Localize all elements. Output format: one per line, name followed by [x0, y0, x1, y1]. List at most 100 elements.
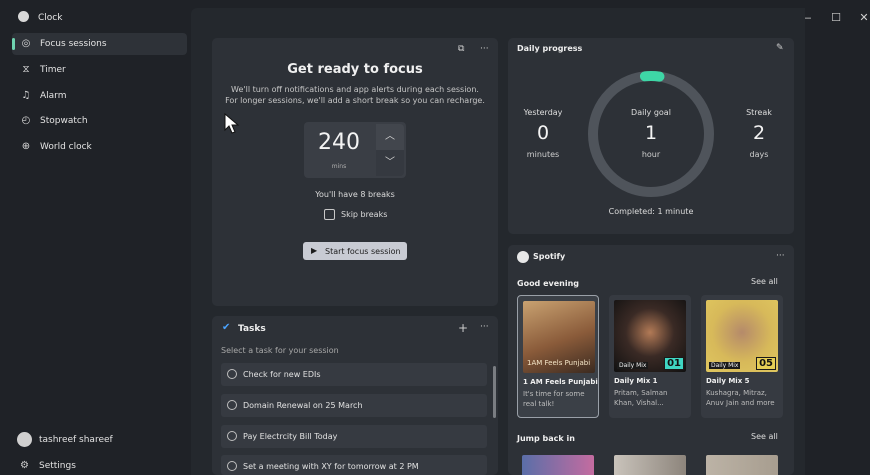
settings-link[interactable]: Settings: [39, 461, 76, 471]
tasks-title: Tasks: [238, 324, 266, 334]
see-all-link[interactable]: See all: [751, 277, 778, 286]
sidebar-item-focus-sessions[interactable]: ◎ Focus sessions: [12, 33, 187, 55]
task-text: Pay Electrcity Bill Today: [243, 432, 338, 441]
hourglass-icon: ⧖: [22, 64, 30, 75]
task-text: Domain Renewal on 25 March: [243, 401, 363, 410]
app-title: Clock: [38, 13, 63, 23]
edit-icon[interactable]: ✎: [776, 43, 784, 53]
more-options-icon[interactable]: ···: [776, 251, 785, 261]
playlist-subtitle: Kushagra, Mitraz, Anuv Jain and more: [706, 389, 775, 407]
mouse-cursor-icon: [224, 113, 240, 134]
more-options-icon[interactable]: ···: [480, 322, 489, 332]
mix-number: 05: [756, 357, 776, 370]
yesterday-label: Yesterday: [523, 108, 563, 117]
tasks-scrollbar[interactable]: [493, 366, 496, 418]
yesterday-unit: minutes: [526, 150, 560, 159]
spotify-title: Spotify: [533, 252, 566, 261]
add-task-button[interactable]: +: [458, 321, 468, 335]
avatar[interactable]: [17, 432, 32, 447]
spotify-logo-icon: [517, 251, 529, 263]
playlist-subtitle: It's time for some real talk!: [523, 390, 585, 408]
focus-icon: ◎: [21, 38, 31, 49]
playlist-cover: 1AM Feels Punjabi: [523, 301, 595, 373]
sidebar-item-timer[interactable]: ⧖ Timer: [12, 59, 187, 81]
focus-description: We'll turn off notifications and app ale…: [225, 85, 485, 105]
task-item[interactable]: Check for new EDIs: [221, 363, 487, 386]
sidebar-item-alarm[interactable]: ♫ Alarm: [12, 85, 187, 107]
minutes-unit: mins: [331, 163, 347, 170]
recent-playlist-thumbnail[interactable]: [522, 455, 594, 475]
sidebar-item-label: Alarm: [40, 91, 67, 101]
playlist-subtitle: Pritam, Salman Khan, Vishal...: [614, 389, 668, 407]
minutes-value[interactable]: 240: [304, 130, 374, 155]
bell-icon: ♫: [21, 90, 31, 101]
chevron-down-icon: ﹀: [385, 157, 395, 168]
streak-unit: days: [749, 150, 769, 159]
daily-goal-label: Daily goal: [631, 108, 671, 117]
minutes-stepper: 240 mins ︿ ﹀: [304, 122, 406, 178]
active-indicator: [12, 38, 15, 50]
sidebar: ◎ Focus sessions ⧖ Timer ♫ Alarm ◴ Stopw…: [0, 30, 190, 475]
skip-breaks-label[interactable]: Skip breaks: [341, 210, 387, 219]
stopwatch-icon: ◴: [21, 115, 31, 126]
daily-progress-title: Daily progress: [517, 44, 583, 53]
yesterday-value: 0: [536, 122, 550, 144]
gear-icon[interactable]: ⚙: [20, 460, 29, 471]
good-evening-heading: Good evening: [517, 279, 579, 288]
recent-playlist-thumbnail[interactable]: [614, 455, 686, 475]
start-focus-session-button[interactable]: ▶ Start focus session: [303, 242, 407, 260]
spotify-card: Spotify ··· Good evening See all 1AM Fee…: [508, 245, 794, 475]
playlist-card[interactable]: Daily Mix 01 Daily Mix 1 Pritam, Salman …: [609, 295, 691, 418]
mix-number: 01: [664, 357, 684, 370]
globe-icon: ⊕: [21, 141, 31, 152]
jump-back-in-heading: Jump back in: [517, 434, 575, 443]
sidebar-item-label: Timer: [40, 65, 66, 75]
sidebar-item-stopwatch[interactable]: ◴ Stopwatch: [12, 110, 187, 132]
breaks-text: You'll have 8 breaks: [315, 190, 395, 199]
task-checkbox[interactable]: [227, 461, 237, 471]
sidebar-item-label: Stopwatch: [40, 116, 88, 126]
play-icon: ▶: [311, 246, 318, 255]
focus-session-card: ⧉ ··· Get ready to focus We'll turn off …: [212, 38, 498, 306]
playlist-cover: Daily Mix 01: [614, 300, 686, 372]
see-all-link[interactable]: See all: [751, 432, 778, 441]
chevron-up-icon: ︿: [385, 131, 395, 142]
daily-mix-tag: Daily Mix: [709, 362, 741, 369]
decrease-minutes-button[interactable]: ﹀: [376, 150, 404, 176]
daily-goal-value[interactable]: 1: [616, 122, 686, 144]
playlist-name: Daily Mix 1: [614, 377, 658, 385]
sidebar-item-world-clock[interactable]: ⊕ World clock: [12, 136, 187, 158]
playlist-card[interactable]: 1AM Feels Punjabi 1 AM Feels Punjabi It'…: [517, 295, 599, 418]
increase-minutes-button[interactable]: ︿: [376, 124, 404, 150]
tasks-card: ✔ Tasks + ··· Select a task for your ses…: [212, 316, 498, 475]
sidebar-item-label: World clock: [40, 142, 92, 152]
daily-goal-unit: hour: [641, 150, 661, 159]
checkmark-icon: ✔: [222, 322, 231, 333]
task-text: Set a meeting with XY for tomorrow at 2 …: [243, 462, 419, 471]
task-item[interactable]: Pay Electrcity Bill Today: [221, 425, 487, 448]
tasks-hint: Select a task for your session: [221, 346, 339, 355]
task-checkbox[interactable]: [227, 369, 237, 379]
playlist-name: Daily Mix 5: [706, 377, 750, 385]
recent-playlist-thumbnail[interactable]: [706, 455, 778, 475]
playlist-cover: Daily Mix 05: [706, 300, 778, 372]
streak-label: Streak: [746, 108, 772, 117]
playlist-card[interactable]: Daily Mix 05 Daily Mix 5 Kushagra, Mitra…: [701, 295, 783, 418]
more-options-icon[interactable]: ···: [480, 44, 489, 54]
task-item[interactable]: Domain Renewal on 25 March: [221, 394, 487, 417]
sidebar-item-label: Focus sessions: [40, 39, 107, 49]
clock-app-icon: [18, 11, 29, 22]
start-button-label: Start focus session: [325, 247, 401, 256]
clock-app-window: Clock — ☐ ✕ ◎ Focus sessions ⧖ Timer ♫ A…: [0, 0, 870, 475]
profile-name[interactable]: tashreef shareef: [39, 435, 113, 445]
task-text: Check for new EDIs: [243, 370, 321, 379]
task-checkbox[interactable]: [227, 431, 237, 441]
close-button[interactable]: ✕: [852, 8, 870, 28]
maximize-button[interactable]: ☐: [824, 8, 848, 28]
playlist-name: 1 AM Feels Punjabi: [523, 378, 598, 386]
task-checkbox[interactable]: [227, 400, 237, 410]
cover-text: 1AM Feels Punjabi: [527, 359, 591, 367]
pop-out-icon[interactable]: ⧉: [458, 44, 464, 54]
task-item[interactable]: Set a meeting with XY for tomorrow at 2 …: [221, 455, 487, 475]
skip-breaks-checkbox[interactable]: [324, 209, 335, 220]
